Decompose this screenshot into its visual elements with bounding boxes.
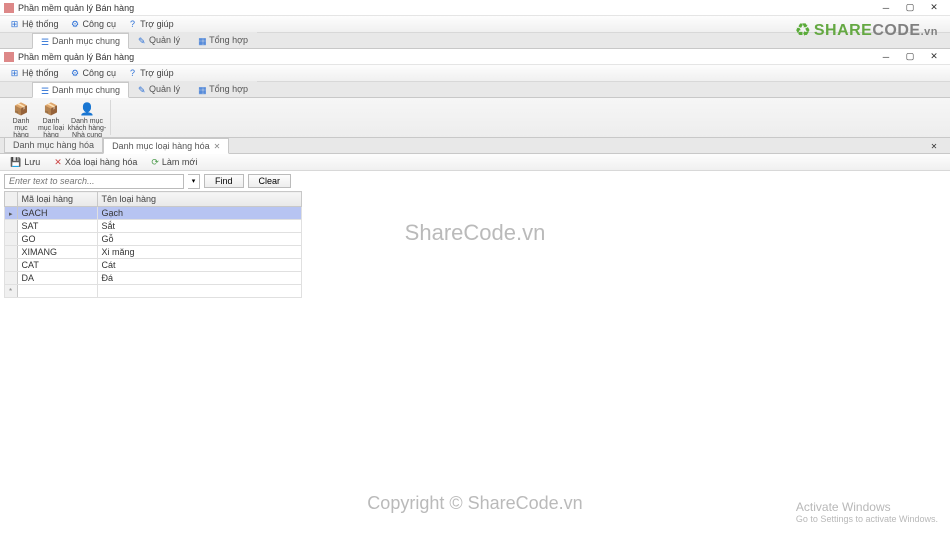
outer-tabstrip: ☰Danh mục chung ✎Quản lý ▦Tổng hợp	[0, 33, 950, 49]
cell-name[interactable]: Sắt	[97, 220, 301, 233]
inner-tabstrip: ☰Danh mục chung ✎Quản lý ▦Tổng hợp	[0, 82, 950, 98]
outer-menu-system[interactable]: ⊞Hệ thống	[4, 19, 65, 29]
cell-code[interactable]: GACH	[17, 207, 97, 220]
doctab-hanghoa[interactable]: Danh mục hàng hóa	[4, 137, 103, 153]
cell-name[interactable]: Cát	[97, 259, 301, 272]
inner-titlebar: Phần mềm quản lý Bán hàng ─ ▢ ✕	[0, 49, 950, 65]
inner-tab-tonghop[interactable]: ▦Tổng hợp	[189, 81, 257, 97]
gear-icon: ⚙	[71, 20, 80, 29]
new-row[interactable]	[5, 285, 302, 298]
inner-menubar: ⊞Hệ thống ⚙Công cụ ?Trợ giúp	[0, 65, 950, 82]
outer-menu-help[interactable]: ?Trợ giúp	[122, 19, 180, 29]
doctabs: Danh mục hàng hóa Danh mục loại hàng hóa…	[0, 138, 950, 154]
row-handle[interactable]	[5, 246, 18, 259]
toolbar: 💾Lưu ✕Xóa loại hàng hóa ⟳Làm mới	[0, 154, 950, 171]
table-row[interactable]: CATCát	[5, 259, 302, 272]
cell-name[interactable]: Xi măng	[97, 246, 301, 259]
delete-icon: ✕	[54, 157, 62, 168]
outer-tab-tonghop[interactable]: ▦Tổng hợp	[189, 32, 257, 48]
inner-title: Phần mềm quản lý Bán hàng	[18, 52, 874, 62]
outer-title: Phần mềm quản lý Bán hàng	[18, 3, 874, 13]
manage-icon: ✎	[138, 85, 146, 93]
inner-tab-blank[interactable]	[4, 91, 32, 97]
person-icon: 👤	[79, 101, 95, 117]
outer-tab-danhmuc[interactable]: ☰Danh mục chung	[32, 33, 129, 49]
row-handle[interactable]	[5, 207, 18, 220]
table-row[interactable]: SATSắt	[5, 220, 302, 233]
help-icon: ?	[128, 20, 137, 29]
grid-header-row: Mã loại hàng Tên loại hàng	[5, 192, 302, 207]
help-icon: ?	[128, 69, 137, 78]
list-icon: ☰	[41, 86, 49, 94]
cell-name[interactable]: Gỗ	[97, 233, 301, 246]
search-row: ▾ Find Clear	[0, 171, 950, 191]
grid-loaihang[interactable]: Mã loại hàng Tên loại hàng GACHGạchSATSắ…	[4, 191, 302, 298]
outer-titlebar: Phần mềm quản lý Bán hàng ─ ▢ ✕	[0, 0, 950, 16]
cell-code[interactable]: DA	[17, 272, 97, 285]
boxes-icon: 📦	[43, 101, 59, 117]
app-icon	[4, 3, 14, 13]
grid-col-code[interactable]: Mã loại hàng	[17, 192, 97, 207]
find-button[interactable]: Find	[204, 174, 244, 188]
toolbar-refresh[interactable]: ⟳Làm mới	[145, 156, 203, 169]
outer-tab-blank[interactable]	[4, 42, 32, 48]
box-icon: 📦	[13, 101, 29, 117]
inner-maximize-button[interactable]: ▢	[898, 50, 922, 64]
inner-minimize-button[interactable]: ─	[874, 50, 898, 64]
table-row[interactable]: XIMANGXi măng	[5, 246, 302, 259]
watermark-bottom: Copyright © ShareCode.vn	[367, 493, 582, 514]
search-dropdown[interactable]: ▾	[188, 174, 200, 189]
inner-close-button[interactable]: ✕	[922, 50, 946, 64]
inner-tab-quanly[interactable]: ✎Quản lý	[129, 81, 189, 97]
inner-menu-help[interactable]: ?Trợ giúp	[122, 68, 180, 78]
toolbar-save[interactable]: 💾Lưu	[4, 156, 46, 169]
grid-rowhandle-header	[5, 192, 18, 207]
outer-close-button[interactable]: ✕	[922, 1, 946, 15]
windows-icon: ⊞	[10, 20, 19, 29]
row-handle[interactable]	[5, 272, 18, 285]
ribbon: 📦 Danh mục hàng hóa 📦 Danh mục loại hàng…	[0, 98, 950, 138]
inner-menu-tools[interactable]: ⚙Công cụ	[65, 68, 123, 78]
manage-icon: ✎	[138, 36, 146, 44]
save-icon: 💾	[10, 157, 21, 168]
cell-code[interactable]: GO	[17, 233, 97, 246]
inner-tab-danhmuc[interactable]: ☰Danh mục chung	[32, 82, 129, 98]
cell-name[interactable]: Gạch	[97, 207, 301, 220]
row-handle[interactable]	[5, 259, 18, 272]
row-handle[interactable]	[5, 220, 18, 233]
ribbon-group-danhmuc: 📦 Danh mục hàng hóa 📦 Danh mục loại hàng…	[4, 100, 111, 135]
inner-menu-system[interactable]: ⊞Hệ thống	[4, 68, 65, 78]
cell-code[interactable]: SAT	[17, 220, 97, 233]
outer-minimize-button[interactable]: ─	[874, 1, 898, 15]
app-icon	[4, 52, 14, 62]
table-row[interactable]: GOGỗ	[5, 233, 302, 246]
doctab-loaihang[interactable]: Danh mục loại hàng hóa✕	[103, 138, 229, 154]
report-icon: ▦	[198, 85, 206, 93]
toolbar-delete[interactable]: ✕Xóa loại hàng hóa	[48, 156, 143, 169]
doctab-close-all[interactable]: ✕	[922, 139, 946, 153]
table-row[interactable]: GACHGạch	[5, 207, 302, 220]
activate-windows: Activate Windows Go to Settings to activ…	[796, 500, 938, 524]
doctab-close-icon[interactable]: ✕	[214, 142, 221, 151]
gear-icon: ⚙	[71, 69, 80, 78]
outer-tab-quanly[interactable]: ✎Quản lý	[129, 32, 189, 48]
list-icon: ☰	[41, 37, 49, 45]
report-icon: ▦	[198, 36, 206, 44]
table-row[interactable]: DAĐá	[5, 272, 302, 285]
outer-menu-tools[interactable]: ⚙Công cụ	[65, 19, 123, 29]
windows-icon: ⊞	[10, 69, 19, 78]
search-input[interactable]	[4, 174, 184, 189]
cell-code[interactable]: CAT	[17, 259, 97, 272]
row-handle[interactable]	[5, 233, 18, 246]
row-handle[interactable]	[5, 285, 18, 298]
grid-col-name[interactable]: Tên loại hàng	[97, 192, 301, 207]
outer-menubar: ⊞Hệ thống ⚙Công cụ ?Trợ giúp	[0, 16, 950, 33]
refresh-icon: ⟳	[151, 157, 159, 168]
cell-code[interactable]: XIMANG	[17, 246, 97, 259]
clear-button[interactable]: Clear	[248, 174, 292, 188]
outer-maximize-button[interactable]: ▢	[898, 1, 922, 15]
cell-name[interactable]: Đá	[97, 272, 301, 285]
